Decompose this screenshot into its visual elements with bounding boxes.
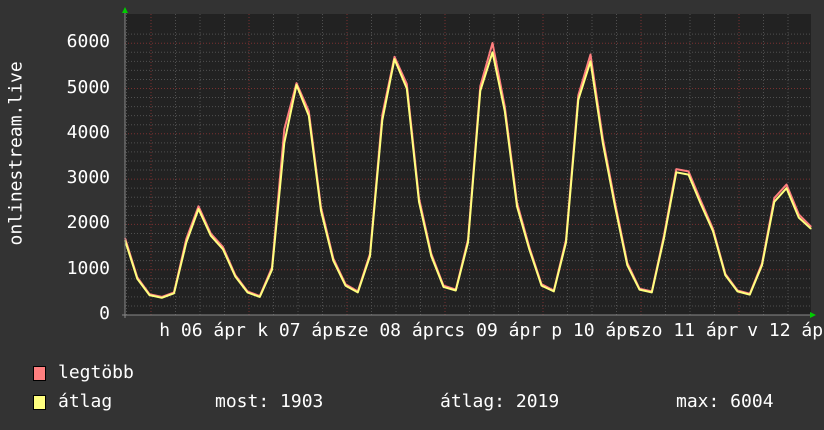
avg-data-point <box>173 292 175 294</box>
y-axis-arrow-icon <box>122 7 128 13</box>
y-axis-label: onlinestream.live <box>5 61 27 246</box>
avg-data-point <box>308 115 310 117</box>
avg-data-point <box>491 51 494 53</box>
avg-data-point <box>161 297 163 299</box>
x-tick-label: sze 08 ápr <box>336 320 445 341</box>
avg-data-point <box>785 187 788 189</box>
avg-data-point <box>798 217 800 219</box>
avg-data-point <box>406 87 408 90</box>
avg-data-point <box>577 99 579 101</box>
avg-data-point <box>381 119 383 121</box>
x-tick-label: szo 11 ápr <box>630 320 739 341</box>
max-data-point <box>197 205 200 207</box>
avg-data-point <box>504 110 506 112</box>
y-tick-label: 2000 <box>66 212 110 234</box>
avg-data-point <box>430 255 432 257</box>
avg-data-point <box>418 201 420 203</box>
avg-data-point <box>638 289 641 291</box>
avg-data-point <box>344 284 347 287</box>
avg-data-point <box>332 260 334 262</box>
avg-data-point <box>749 294 751 296</box>
avg-data-point <box>320 210 322 212</box>
avg-data-point <box>602 142 604 144</box>
x-tick-label: v 12 ápr <box>747 320 824 341</box>
avg-data-point <box>516 205 518 207</box>
avg-data-point <box>528 248 530 250</box>
avg-data-point <box>589 60 592 62</box>
stat-now: most: 1903 <box>215 391 324 412</box>
y-tick-label: 4000 <box>66 121 110 143</box>
x-tick-label: cs 09 ápr <box>443 320 542 341</box>
avg-data-point <box>442 286 445 288</box>
max-data-point <box>675 168 677 170</box>
max-data-point <box>491 42 494 44</box>
avg-data-point <box>479 90 481 92</box>
avg-data-point <box>136 278 138 280</box>
avg-data-point <box>651 291 653 293</box>
x-tick-label: k 07 ápr <box>257 320 344 341</box>
avg-data-point <box>259 296 261 298</box>
avg-data-point <box>724 274 726 276</box>
avg-data-point <box>712 230 714 232</box>
avg-data-point <box>565 241 567 244</box>
avg-data-point <box>540 284 543 287</box>
avg-data-point <box>148 294 151 296</box>
y-tick-label: 0 <box>99 303 110 324</box>
avg-data-point <box>283 142 285 144</box>
y-tick-label: 3000 <box>66 167 110 189</box>
max-data-point <box>406 83 408 85</box>
avg-data-point <box>271 269 273 271</box>
legend-label-avg: átlag <box>58 391 113 412</box>
avg-data-point <box>761 264 763 266</box>
avg-data-point <box>663 237 665 239</box>
stat-max: max: 6004 <box>676 391 774 412</box>
x-axis-arrow-icon <box>810 312 816 318</box>
max-data-point <box>589 53 592 56</box>
avg-data-point <box>773 201 775 203</box>
avg-data-point <box>185 241 187 244</box>
avg-data-point <box>210 235 212 237</box>
legend-swatch-max <box>33 366 46 381</box>
avg-data-point <box>467 241 469 244</box>
avg-data-point <box>246 291 249 293</box>
y-tick-label: 1000 <box>66 257 110 279</box>
legend-label-max: legtöbb <box>58 362 134 383</box>
y-tick-label: 6000 <box>66 31 110 53</box>
avg-data-point <box>222 248 224 250</box>
avg-data-point <box>700 203 702 205</box>
y-tick-label: 5000 <box>66 76 110 98</box>
x-tick-label: p 10 ápr <box>551 320 638 341</box>
max-data-point <box>295 82 298 84</box>
max-data-point <box>308 110 310 112</box>
max-data-point <box>283 128 285 130</box>
avg-data-point <box>234 275 236 278</box>
max-data-point <box>785 183 788 186</box>
avg-data-point <box>614 205 616 207</box>
avg-data-point <box>393 58 396 60</box>
avg-data-point <box>357 291 359 293</box>
x-tick-label: h 06 ápr <box>159 320 246 341</box>
legend-swatch-avg <box>33 395 46 410</box>
avg-data-point <box>455 289 457 292</box>
avg-data-point <box>553 290 555 293</box>
avg-data-point <box>810 228 812 230</box>
avg-data-point <box>295 84 298 86</box>
stat-avg: átlag: 2019 <box>440 391 560 412</box>
avg-data-point <box>369 255 371 257</box>
max-data-point <box>773 197 775 199</box>
max-data-point <box>393 56 396 58</box>
avg-data-point <box>687 173 690 176</box>
max-data-point <box>687 170 690 172</box>
avg-data-point <box>626 264 628 266</box>
avg-data-point <box>736 290 739 293</box>
avg-data-point <box>675 171 677 173</box>
avg-data-point <box>197 208 200 210</box>
